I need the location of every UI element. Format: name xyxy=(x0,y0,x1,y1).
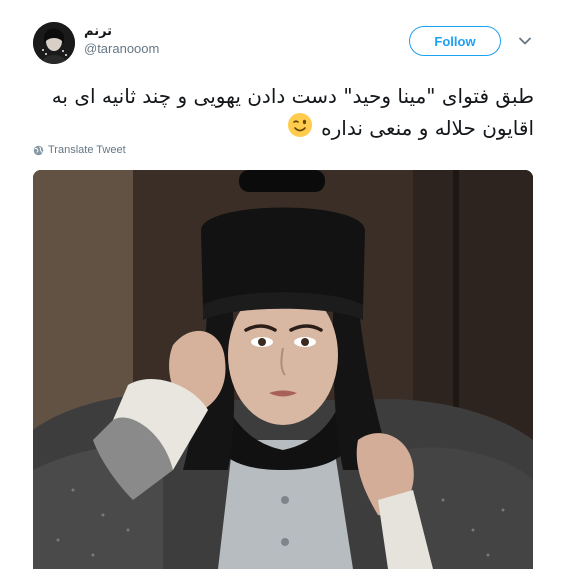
translate-tweet-link[interactable]: Translate Tweet xyxy=(33,144,126,156)
translate-tweet-label[interactable]: Translate Tweet xyxy=(48,144,126,156)
tweet-text-line-2: اقایون حلاله و منعی نداره xyxy=(36,112,534,147)
tweet-text-line-1: طبق فتوای "مینا وحید" دست دادن یهویی و چ… xyxy=(51,84,534,108)
user-handle[interactable]: @taranooom xyxy=(84,41,159,56)
display-name[interactable]: ترنم xyxy=(84,24,159,39)
winking-face-emoji-icon xyxy=(287,112,313,147)
tweet-text-line-2-text: اقایون حلاله و منعی نداره xyxy=(321,116,534,140)
avatar[interactable] xyxy=(33,22,75,64)
follow-button[interactable]: Follow xyxy=(409,26,501,56)
tweet-photo[interactable] xyxy=(33,170,533,569)
user-info[interactable]: ترنم @taranooom xyxy=(84,24,159,56)
tweet-text: طبق فتوای "مینا وحید" دست دادن یهویی و چ… xyxy=(36,80,534,147)
chevron-down-icon[interactable] xyxy=(518,34,532,48)
globe-icon xyxy=(33,145,44,155)
tweet-header: ترنم @taranooom Follow xyxy=(0,0,567,80)
